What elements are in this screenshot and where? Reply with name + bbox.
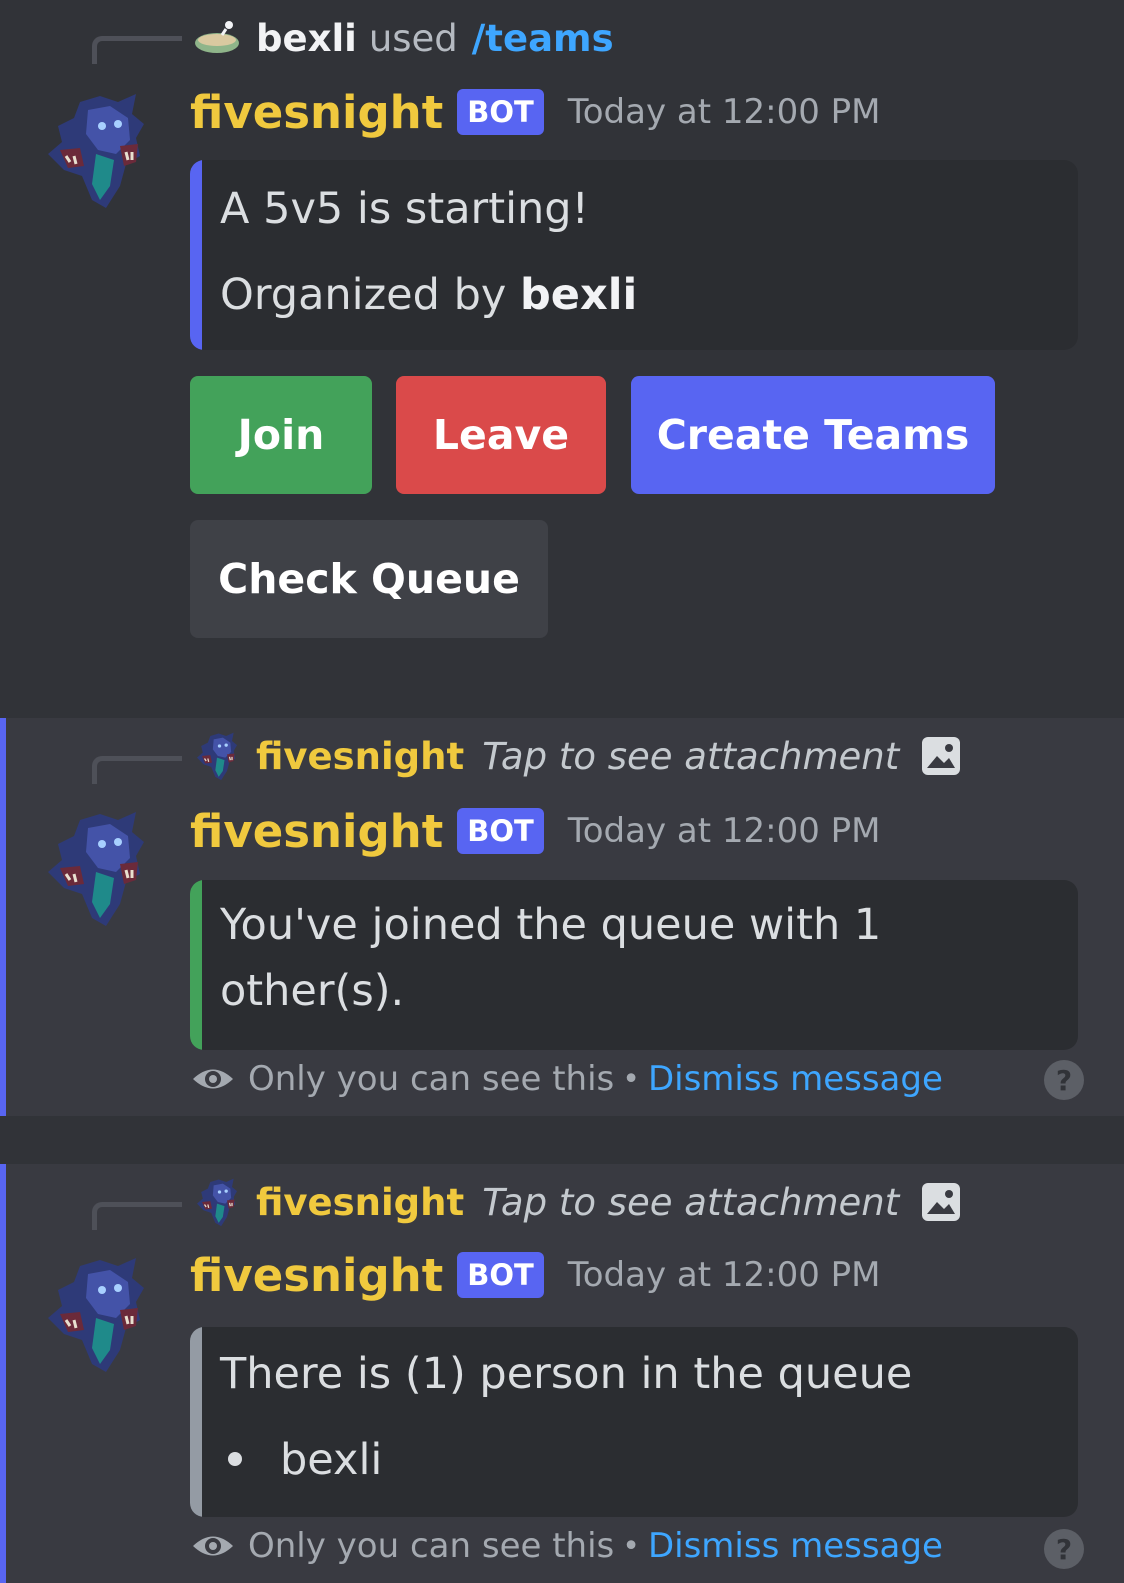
message-header: fivesnight BOT Today at 12:00 PM [190, 1246, 881, 1304]
attachment-hint[interactable]: Tap to see attachment [482, 1181, 899, 1224]
author-name[interactable]: fivesnight [190, 86, 443, 139]
help-icon[interactable]: ? [1044, 1529, 1084, 1569]
embed-line-1: You've joined the queue with 1 [220, 900, 882, 950]
help-icon[interactable]: ? [1044, 1060, 1084, 1100]
author-name[interactable]: fivesnight [190, 1249, 443, 1302]
reply-connector [92, 1202, 182, 1230]
leave-button[interactable]: Leave [396, 376, 606, 494]
reply-username[interactable]: fivesnight [256, 735, 464, 778]
ephemeral-footer: Only you can see this • Dismiss message [190, 1056, 943, 1102]
dragon-avatar-small [196, 1178, 238, 1227]
separator: • [622, 1528, 640, 1564]
dragon-avatar-small [196, 732, 238, 781]
organizer-name: bexli [520, 270, 638, 320]
queue-member: bexli [280, 1435, 383, 1485]
reply-connector [92, 756, 182, 784]
message-1: bexli used /teams fivesnight BOT Today a… [0, 0, 1124, 700]
attachment-hint[interactable]: Tap to see attachment [482, 735, 899, 778]
dragon-avatar[interactable] [40, 1254, 152, 1374]
embed-line-2: other(s). [220, 966, 405, 1016]
check-queue-button[interactable]: Check Queue [190, 520, 548, 638]
reply-connector [92, 36, 182, 64]
bowl-icon [195, 21, 239, 53]
embed: You've joined the queue with 1 other(s). [190, 880, 1078, 1050]
author-name[interactable]: fivesnight [190, 805, 443, 858]
command-reply-header[interactable]: bexli used /teams [192, 13, 614, 63]
message-3: fivesnight Tap to see attachment fivesni… [0, 1164, 1124, 1583]
organizer-prefix: Organized by [220, 270, 507, 320]
reply-username[interactable]: fivesnight [256, 1181, 464, 1224]
dismiss-message-link[interactable]: Dismiss message [648, 1526, 943, 1566]
list-item: bexli [220, 1435, 382, 1485]
message-header: fivesnight BOT Today at 12:00 PM [190, 802, 881, 860]
image-icon [922, 1183, 961, 1221]
eye-icon [193, 1536, 233, 1556]
image-icon [922, 737, 961, 775]
dragon-avatar[interactable] [40, 90, 152, 210]
reply-header[interactable]: fivesnight Tap to see attachment [192, 731, 961, 781]
embed-title: A 5v5 is starting! [220, 184, 589, 234]
embed-organizer: Organized by bexli [220, 270, 637, 320]
embed: There is (1) person in the queue bexli [190, 1327, 1078, 1517]
timestamp: Today at 12:00 PM [567, 1255, 881, 1295]
bullet [228, 1451, 242, 1466]
slash-command[interactable]: /teams [472, 17, 614, 60]
reply-header[interactable]: fivesnight Tap to see attachment [192, 1177, 961, 1227]
embed: A 5v5 is starting! Organized by bexli [190, 160, 1078, 350]
create-teams-button[interactable]: Create Teams [631, 376, 995, 494]
message-2: fivesnight Tap to see attachment fivesni… [0, 718, 1124, 1116]
timestamp: Today at 12:00 PM [567, 811, 881, 851]
bot-tag: BOT [457, 808, 544, 854]
embed-accent-bar [190, 160, 202, 350]
only-you-text: Only you can see this [248, 1059, 615, 1099]
bot-tag: BOT [457, 89, 544, 135]
reply-username[interactable]: bexli [256, 17, 357, 60]
message-header: fivesnight BOT Today at 12:00 PM [190, 83, 881, 141]
embed-accent-bar [190, 880, 202, 1050]
bot-tag: BOT [457, 1252, 544, 1298]
ephemeral-footer: Only you can see this • Dismiss message [190, 1523, 943, 1569]
join-button[interactable]: Join [190, 376, 372, 494]
dismiss-message-link[interactable]: Dismiss message [648, 1059, 943, 1099]
timestamp: Today at 12:00 PM [567, 92, 881, 132]
separator: • [622, 1061, 640, 1097]
dragon-avatar[interactable] [40, 808, 152, 928]
only-you-text: Only you can see this [248, 1526, 615, 1566]
eye-icon [193, 1069, 233, 1089]
reply-used-text: used [368, 16, 458, 60]
embed-accent-bar [190, 1327, 202, 1517]
embed-title: There is (1) person in the queue [220, 1349, 913, 1399]
